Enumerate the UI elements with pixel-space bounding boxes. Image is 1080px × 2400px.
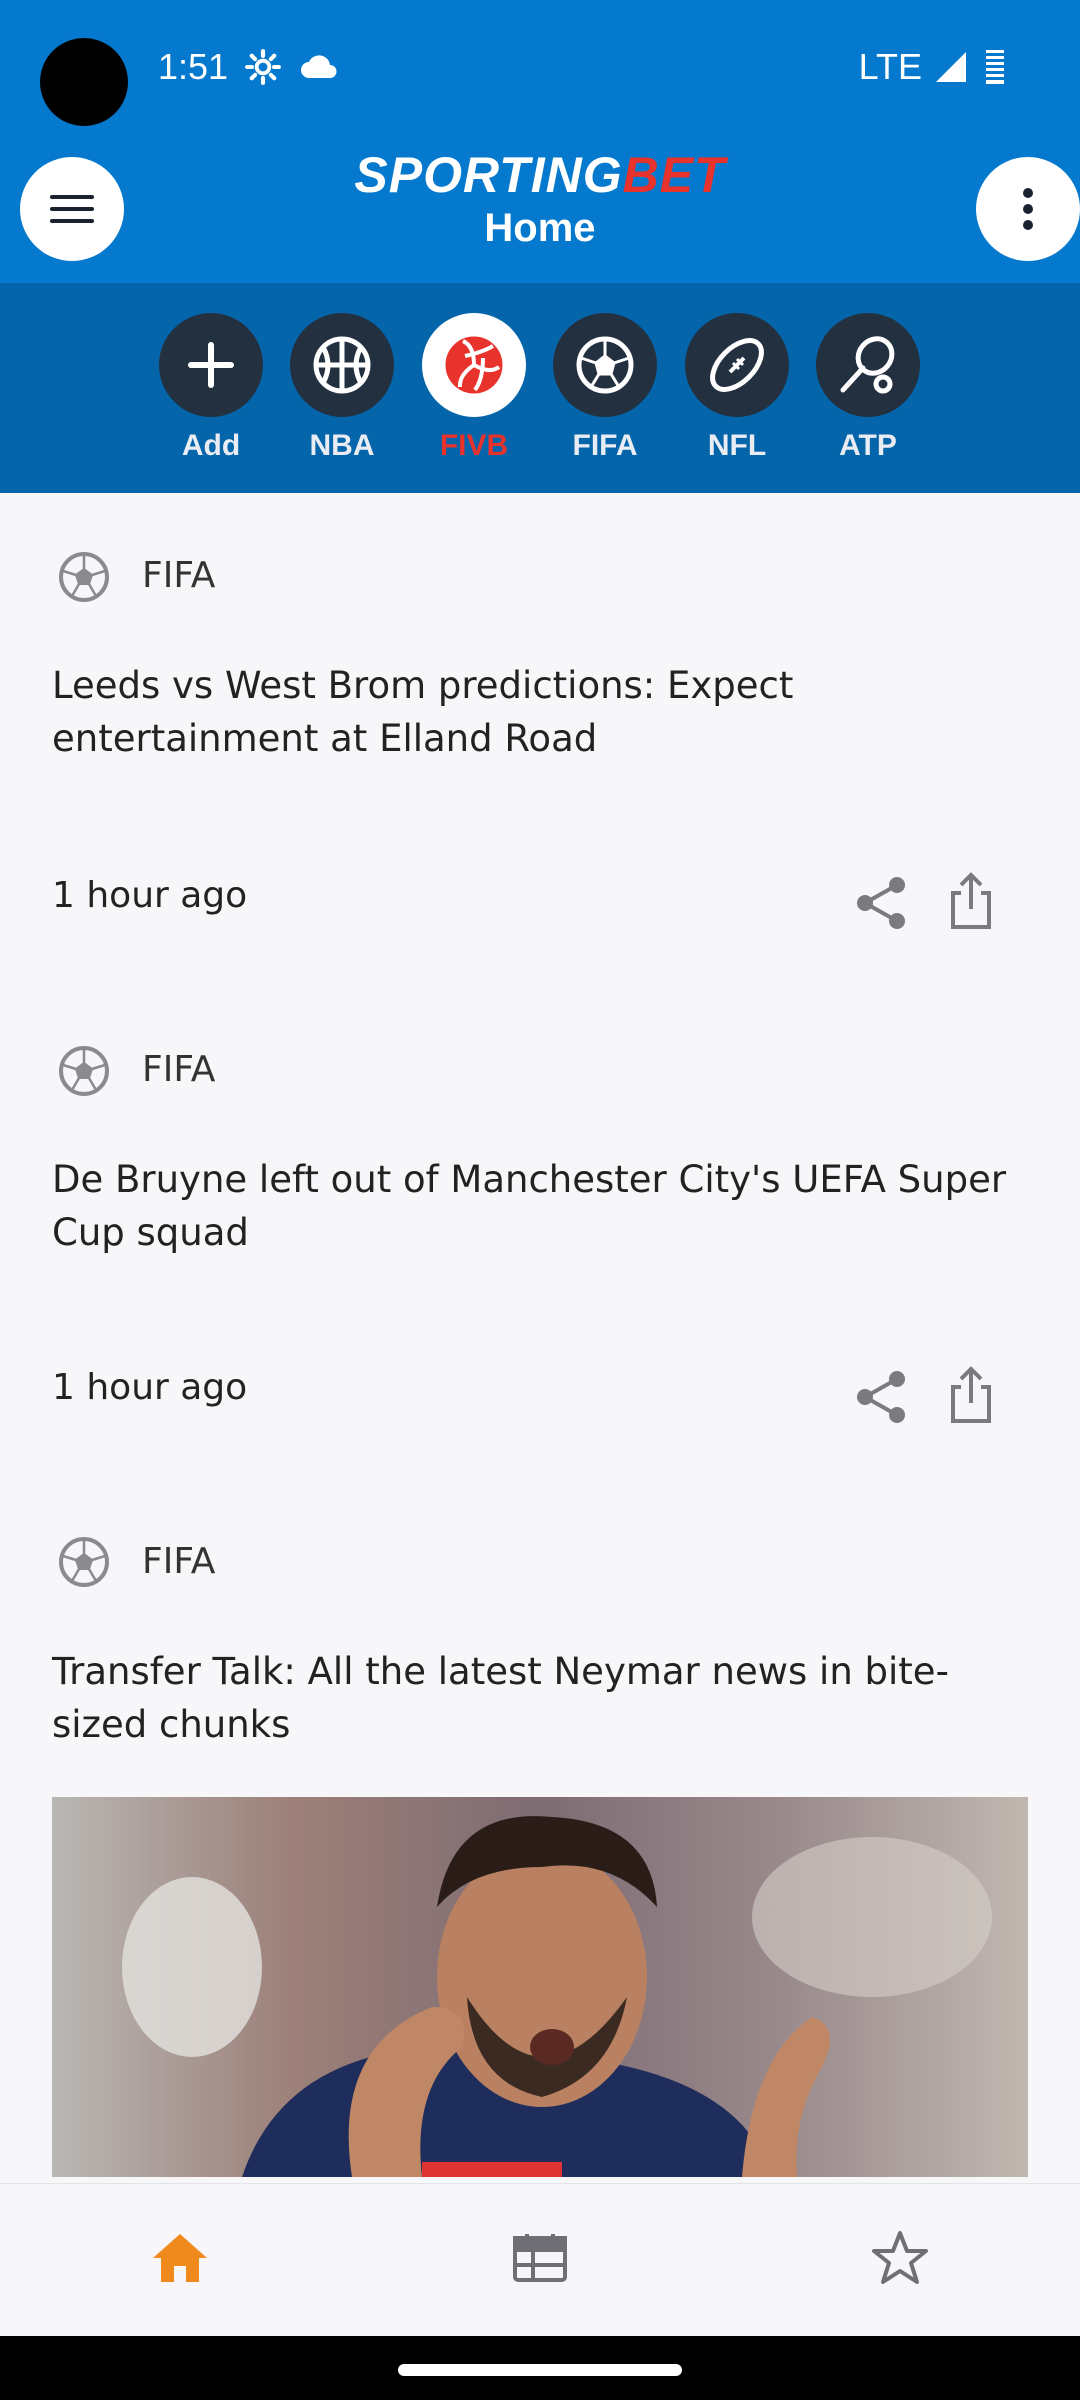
network-type: LTE	[858, 46, 922, 87]
sport-atp[interactable]: ATP	[813, 313, 923, 463]
news-headline[interactable]: Leeds vs West Brom predictions: Expect e…	[52, 659, 1032, 765]
sport-nfl[interactable]: NFL	[682, 313, 792, 463]
news-headline[interactable]: Transfer Talk: All the latest Neymar new…	[52, 1645, 1032, 1751]
plus-icon	[159, 313, 263, 417]
tennis-racket-icon	[816, 313, 920, 417]
brand-main: SPORTING	[354, 147, 623, 203]
hamburger-icon	[50, 195, 94, 223]
app-header: 1:51 LTE SPORTINGBET Home	[0, 0, 1080, 283]
soccer-ball-icon	[59, 1537, 109, 1587]
settings-icon	[245, 49, 281, 85]
home-icon	[153, 2234, 207, 2282]
news-card[interactable]: FIFA Leeds vs West Brom predictions: Exp…	[0, 493, 1080, 987]
share-icon[interactable]	[851, 873, 911, 933]
sport-label: FIFA	[572, 429, 638, 462]
sport-label: Add	[181, 429, 241, 462]
sport-label: FIVB	[439, 429, 509, 462]
export-icon[interactable]	[941, 1365, 1001, 1425]
football-icon	[685, 313, 789, 417]
timestamp: 1 hour ago	[52, 1367, 248, 1408]
menu-button[interactable]	[20, 157, 124, 261]
signal-icon	[936, 52, 966, 82]
soccer-ball-icon	[59, 552, 109, 602]
sport-label: ATP	[839, 429, 897, 462]
category-label: FIFA	[142, 1541, 216, 1582]
brand-logo: SPORTINGBET	[300, 148, 780, 202]
export-icon[interactable]	[941, 871, 1001, 931]
article-image[interactable]	[52, 1797, 1028, 2177]
page-title: Home	[484, 206, 596, 250]
soccer-ball-icon	[59, 1046, 109, 1096]
sport-fivb[interactable]: FIVB	[419, 313, 529, 463]
news-headline[interactable]: De Bruyne left out of Manchester City's …	[52, 1153, 1032, 1259]
bottom-navigation	[0, 2183, 1080, 2336]
category-label: FIFA	[142, 1049, 216, 1090]
battery-icon	[986, 50, 1004, 84]
sport-label: NBA	[309, 429, 375, 462]
soccer-ball-icon	[553, 313, 657, 417]
nav-home[interactable]	[140, 2218, 220, 2298]
star-icon	[872, 2231, 928, 2284]
cloud-icon	[301, 55, 337, 78]
news-card[interactable]: FIFA De Bruyne left out of Manchester Ci…	[0, 987, 1080, 1481]
sports-selector: Add NBA FIVB FIFA NFL ATP	[0, 283, 1080, 493]
more-vertical-icon	[1023, 188, 1033, 230]
sport-nba[interactable]: NBA	[287, 313, 397, 463]
share-icon[interactable]	[851, 1367, 911, 1427]
news-card[interactable]: FIFA Transfer Talk: All the latest Neyma…	[0, 1481, 1080, 2183]
volleyball-icon	[422, 313, 526, 417]
category-label: FIFA	[142, 555, 216, 596]
news-feed: FIFA Leeds vs West Brom predictions: Exp…	[0, 493, 1080, 2183]
home-gesture-handle[interactable]	[398, 2364, 682, 2376]
status-bar: 1:51 LTE	[0, 0, 1080, 136]
more-options-button[interactable]	[976, 157, 1080, 261]
timestamp: 1 hour ago	[52, 875, 248, 916]
sport-label: NFL	[707, 429, 767, 462]
nav-favorites[interactable]	[860, 2218, 940, 2298]
camera-cutout	[40, 38, 128, 126]
basketball-icon	[290, 313, 394, 417]
player-photo	[122, 1816, 992, 2177]
calendar-icon	[513, 2234, 567, 2282]
nav-schedule[interactable]	[500, 2218, 580, 2298]
sport-add[interactable]: Add	[156, 313, 266, 463]
brand-accent: BET	[622, 147, 726, 203]
status-time: 1:51	[158, 46, 229, 87]
sport-fifa[interactable]: FIFA	[550, 313, 660, 463]
